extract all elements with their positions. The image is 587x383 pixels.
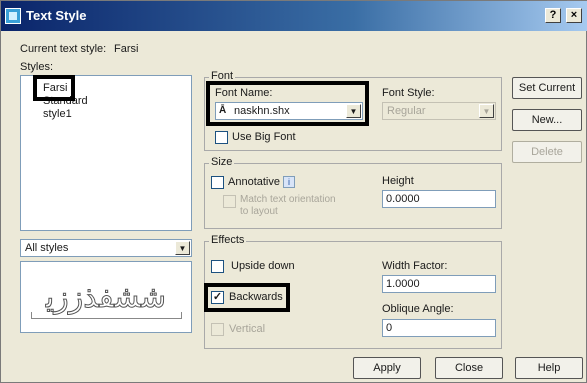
set-current-button[interactable]: Set Current xyxy=(512,77,582,99)
new-button[interactable]: New... xyxy=(512,109,582,131)
close-icon[interactable]: × xyxy=(566,8,582,23)
height-input[interactable]: 0.0000 xyxy=(382,190,496,208)
chevron-down-icon[interactable]: ▼ xyxy=(479,104,494,118)
current-style-value: Farsi xyxy=(114,43,139,55)
highlight-font-name xyxy=(206,81,369,126)
use-big-font-label: Use Big Font xyxy=(232,131,296,143)
font-style-dropdown[interactable]: Regular ▼ xyxy=(382,102,496,120)
font-style-label: Font Style: xyxy=(382,87,435,99)
annotative-checkbox[interactable] xyxy=(211,176,224,189)
preview-text: ﺷﺸﻔﺬﺯﺯﻳ xyxy=(45,280,167,316)
oblique-angle-input[interactable]: 0 xyxy=(382,319,496,337)
help-button[interactable]: Help xyxy=(515,357,583,379)
match-orientation-checkbox[interactable] xyxy=(223,195,236,208)
styles-label: Styles: xyxy=(20,61,54,73)
vertical-label: Vertical xyxy=(229,323,266,335)
width-factor-input[interactable]: 1.0000 xyxy=(382,275,496,293)
match-orientation-label: Match text orientation xyxy=(240,194,336,205)
close-button[interactable]: Close xyxy=(435,357,503,379)
preview-tick xyxy=(181,312,182,319)
preview-tick xyxy=(31,312,32,319)
effects-group-label: Effects xyxy=(209,234,247,246)
title-bar[interactable]: Text Style ? × xyxy=(1,1,587,31)
styles-filter-value: All styles xyxy=(25,242,69,254)
apply-button[interactable]: Apply xyxy=(353,357,421,379)
help-icon[interactable]: ? xyxy=(545,8,561,23)
upside-down-label: Upside down xyxy=(231,260,295,272)
text-style-dialog: Text Style ? × Current text style: Farsi… xyxy=(0,0,587,383)
preview-baseline xyxy=(31,318,181,319)
font-style-value: Regular xyxy=(387,105,426,117)
styles-filter-dropdown[interactable]: All styles ▼ xyxy=(20,239,192,257)
width-factor-label: Width Factor: xyxy=(382,260,448,272)
list-item[interactable]: style1 xyxy=(21,108,191,121)
delete-button[interactable]: Delete xyxy=(512,141,582,163)
current-style-label: Current text style: xyxy=(20,43,107,55)
vertical-checkbox[interactable] xyxy=(211,323,224,336)
window-title: Text Style xyxy=(26,8,87,23)
text-style-app-icon xyxy=(5,8,21,24)
upside-down-checkbox[interactable] xyxy=(211,260,224,273)
highlight-farsi xyxy=(33,75,75,101)
annotative-label: Annotative xyxy=(228,176,280,188)
chevron-down-icon[interactable]: ▼ xyxy=(175,241,190,255)
highlight-backwards xyxy=(204,283,290,312)
oblique-angle-label: Oblique Angle: xyxy=(382,303,454,315)
height-label: Height xyxy=(382,175,414,187)
use-big-font-checkbox[interactable] xyxy=(215,131,228,144)
match-orientation-label-2: to layout xyxy=(240,206,278,217)
size-group-label: Size xyxy=(209,156,235,168)
style-preview: ﺷﺸﻔﺬﺯﺯﻳ xyxy=(20,261,192,333)
info-icon[interactable]: i xyxy=(283,176,295,188)
